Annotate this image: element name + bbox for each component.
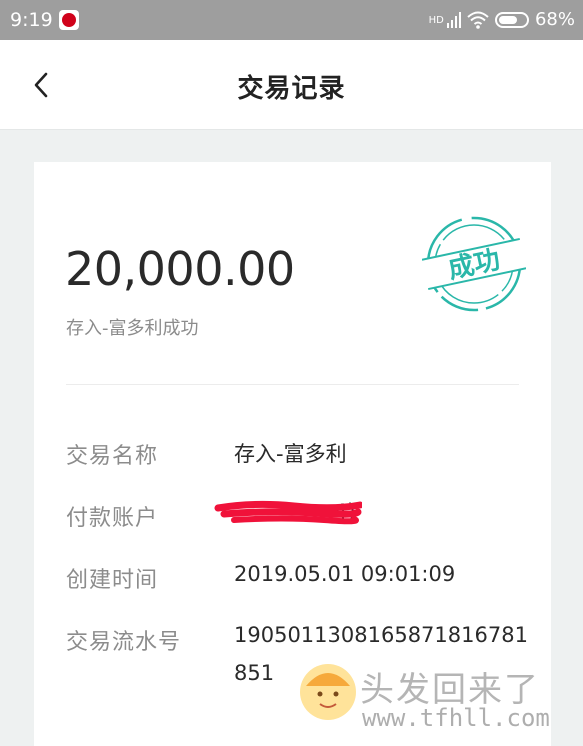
transaction-amount: 20,000.00 [65, 242, 295, 296]
detail-label: 创建时间 [66, 568, 159, 593]
redaction-mark [214, 500, 362, 525]
watermark: 头发回来了 www.tfhll.com [300, 660, 583, 746]
success-stamp-icon: 成功 [422, 216, 526, 312]
battery-percent: 68% [534, 9, 575, 30]
stamp-text: 成功 [446, 245, 503, 285]
watermark-face-icon [300, 664, 356, 720]
nav-bar: 交易记录 [0, 40, 583, 130]
status-indicators: HD 68% [429, 9, 575, 30]
app-notification-icon [59, 10, 79, 30]
divider [66, 384, 519, 385]
battery-icon [494, 11, 529, 28]
detail-value: 2019.05.01 09:01:09 [234, 562, 456, 586]
detail-value: 存入-富多利 [234, 442, 347, 466]
detail-label: 付款账户 [66, 506, 159, 531]
signal-icon: HD [429, 11, 461, 28]
page-title: 交易记录 [237, 74, 346, 104]
detail-label: 交易名称 [66, 444, 159, 469]
status-bar: 9:19 HD 68% [0, 0, 583, 40]
wifi-icon [467, 11, 489, 29]
transaction-status-text: 存入-富多利成功 [66, 318, 199, 339]
transaction-card: 20,000.00 存入-富多利成功 成功 交易名称 存入-富多利 付款账户 4… [34, 162, 551, 746]
detail-label: 交易流水号 [66, 630, 182, 655]
status-time: 9:19 [10, 9, 53, 31]
watermark-url: www.tfhll.com [362, 704, 550, 732]
